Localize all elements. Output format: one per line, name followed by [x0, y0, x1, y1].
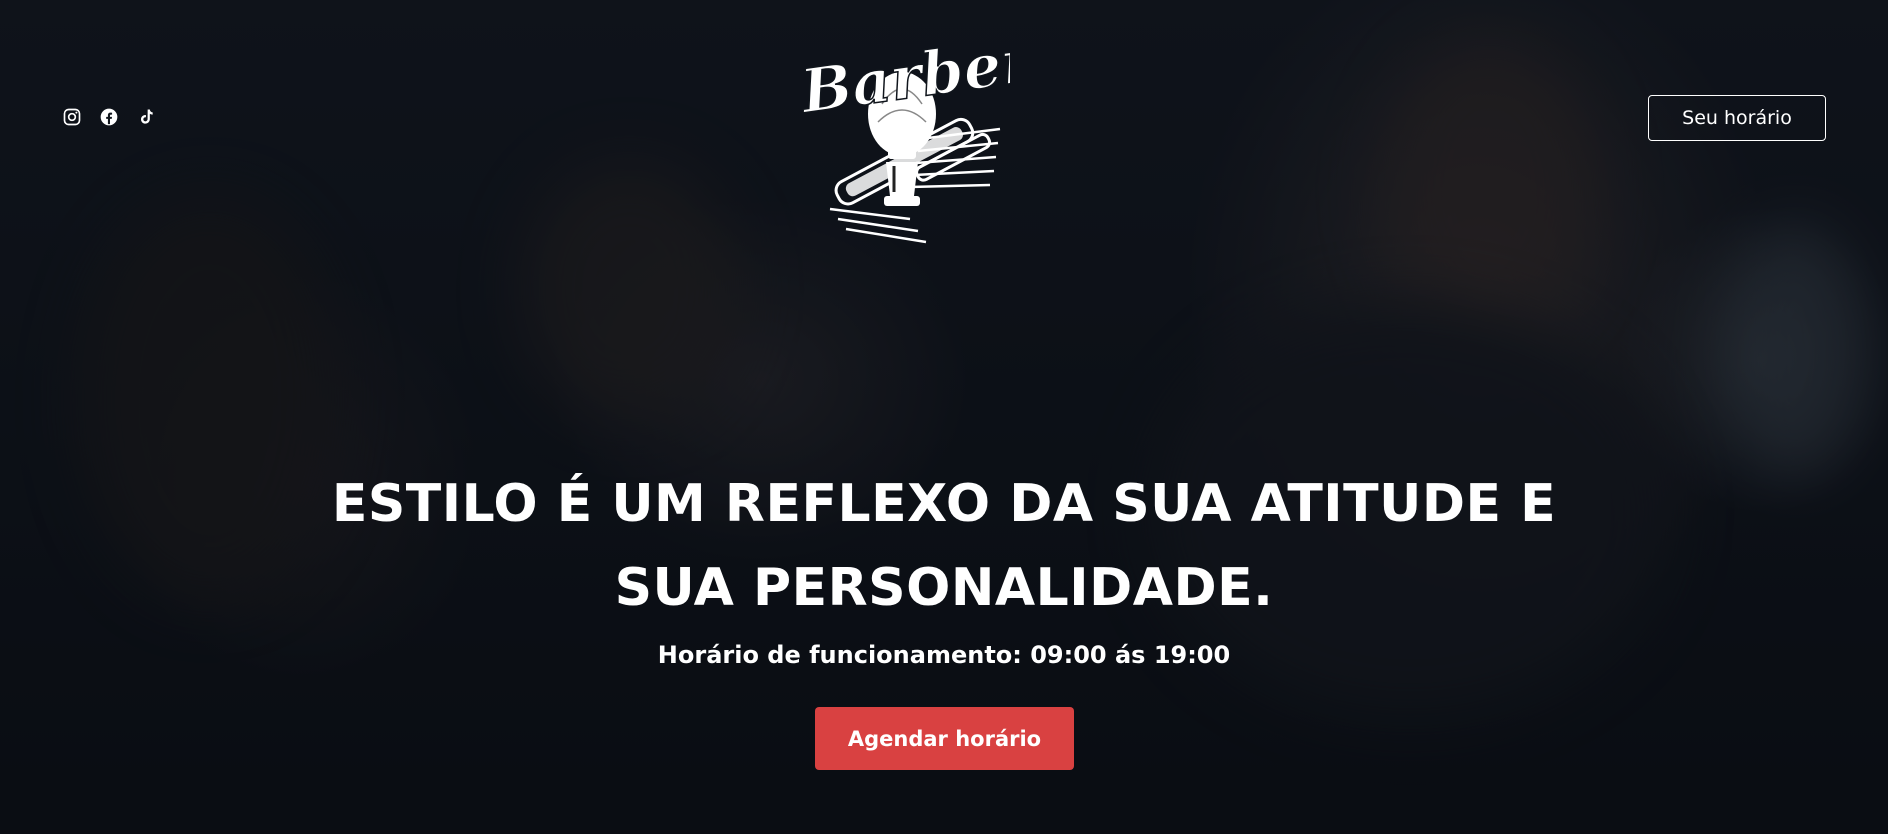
- headline-line-1: ESTILO É UM REFLEXO DA SUA ATITUDE E: [331, 474, 1557, 534]
- book-appointment-button[interactable]: Agendar horário: [815, 707, 1074, 770]
- logo-wordmark: Barber: [795, 25, 1010, 128]
- background-shape: [1720, 220, 1870, 480]
- background-shape: [1380, 40, 1600, 340]
- tiktok-icon[interactable]: [136, 107, 156, 127]
- logo-graphic: Barber: [794, 24, 1042, 244]
- background-shape: [520, 160, 740, 420]
- hero-section: Barber Seu horário ESTILO É UM REFLEXO D…: [0, 0, 1888, 834]
- headline-line-2: SUA PERSONALIDADE.: [614, 558, 1274, 618]
- instagram-icon[interactable]: [62, 107, 82, 127]
- social-links: [62, 107, 156, 127]
- barber-logo[interactable]: Barber: [790, 4, 1042, 254]
- book-appointment-label: Agendar horário: [847, 726, 1042, 751]
- facebook-icon[interactable]: [99, 107, 119, 127]
- schedule-view-label: Seu horário: [1682, 107, 1792, 129]
- schedule-view-button[interactable]: Seu horário: [1648, 95, 1826, 141]
- hero-headline: ESTILO É UM REFLEXO DA SUA ATITUDE E SUA…: [0, 462, 1888, 630]
- opening-hours: Horário de funcionamento: 09:00 ás 19:00: [657, 641, 1231, 669]
